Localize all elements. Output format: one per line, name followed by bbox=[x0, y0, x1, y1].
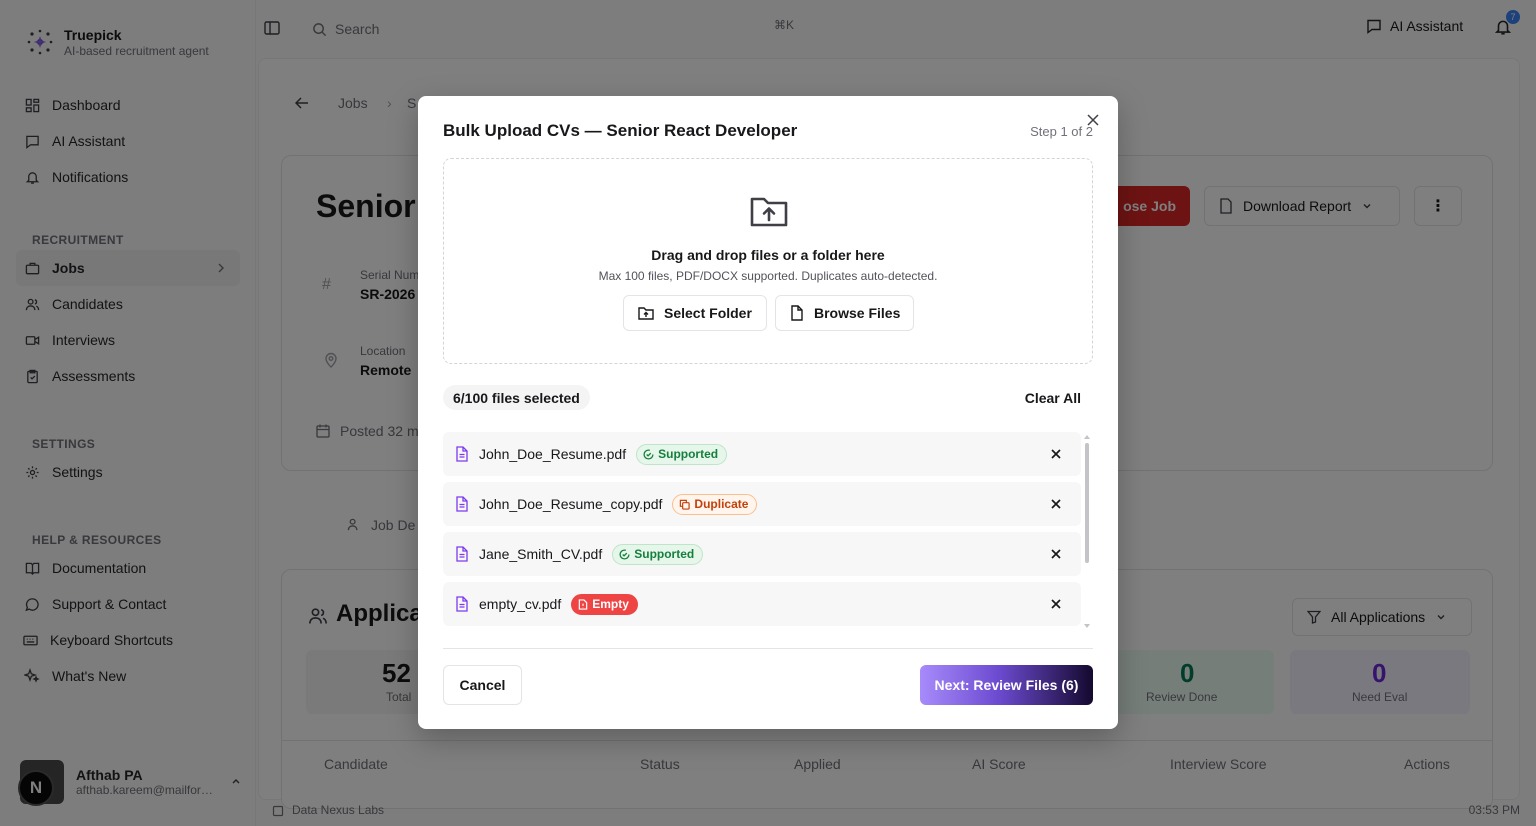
status-badge: Duplicate bbox=[672, 493, 758, 515]
bulk-upload-modal: Bulk Upload CVs — Senior React Developer… bbox=[418, 96, 1118, 729]
scrollbar-thumb[interactable] bbox=[1085, 443, 1089, 563]
step-indicator: Step 1 of 2 bbox=[1030, 124, 1093, 139]
list-item: John_Doe_Resume_copy.pdf Duplicate bbox=[443, 482, 1081, 526]
select-folder-label: Select Folder bbox=[664, 305, 752, 321]
file-name: empty_cv.pdf bbox=[479, 596, 562, 612]
dropzone-title: Drag and drop files or a folder here bbox=[651, 247, 885, 263]
folder-upload-icon bbox=[750, 197, 788, 227]
browse-files-button[interactable]: Browse Files bbox=[775, 295, 914, 331]
folder-icon bbox=[638, 307, 654, 320]
status-badge-label: Empty bbox=[592, 597, 629, 611]
file-alert-icon bbox=[578, 598, 588, 610]
status-badge-label: Supported bbox=[658, 447, 719, 461]
file-text-icon bbox=[456, 446, 468, 462]
remove-file-icon[interactable] bbox=[1049, 597, 1063, 611]
copy-icon bbox=[680, 499, 691, 510]
footer-divider bbox=[443, 648, 1093, 649]
modal-title: Bulk Upload CVs — Senior React Developer bbox=[443, 121, 798, 140]
list-item: empty_cv.pdf Empty bbox=[443, 582, 1081, 626]
status-badge: Supported bbox=[636, 443, 728, 465]
remove-file-icon[interactable] bbox=[1049, 447, 1063, 461]
file-text-icon bbox=[456, 496, 468, 512]
cancel-button[interactable]: Cancel bbox=[443, 665, 522, 705]
file-icon bbox=[791, 305, 803, 321]
clear-all-button[interactable]: Clear All bbox=[1025, 390, 1081, 406]
file-dropzone[interactable]: Drag and drop files or a folder here Max… bbox=[443, 158, 1093, 364]
file-text-icon bbox=[456, 546, 468, 562]
next-review-files-button[interactable]: Next: Review Files (6) bbox=[920, 665, 1093, 705]
check-circle-icon bbox=[619, 548, 630, 560]
scroll-down-arrow-icon[interactable] bbox=[1084, 624, 1090, 629]
files-selected-badge: 6/100 files selected bbox=[443, 385, 590, 410]
select-folder-button[interactable]: Select Folder bbox=[623, 295, 767, 331]
status-badge: Supported bbox=[612, 543, 704, 565]
remove-file-icon[interactable] bbox=[1049, 547, 1063, 561]
status-badge-label: Duplicate bbox=[694, 497, 749, 511]
status-badge: Empty bbox=[571, 593, 638, 615]
file-text-icon bbox=[456, 596, 468, 612]
file-name: John_Doe_Resume_copy.pdf bbox=[479, 496, 663, 512]
list-item: Jane_Smith_CV.pdf Supported bbox=[443, 532, 1081, 576]
close-icon[interactable] bbox=[1086, 113, 1100, 127]
scroll-up-arrow-icon[interactable] bbox=[1084, 434, 1090, 439]
file-name: Jane_Smith_CV.pdf bbox=[479, 546, 603, 562]
remove-file-icon[interactable] bbox=[1049, 497, 1063, 511]
check-circle-icon bbox=[643, 448, 654, 460]
browse-files-label: Browse Files bbox=[814, 305, 901, 321]
status-badge-label: Supported bbox=[634, 547, 695, 561]
list-item: John_Doe_Resume.pdf Supported bbox=[443, 432, 1081, 476]
file-name: John_Doe_Resume.pdf bbox=[479, 446, 627, 462]
file-list[interactable]: John_Doe_Resume.pdf Supported John_Doe_R… bbox=[443, 432, 1093, 628]
dropzone-subtitle: Max 100 files, PDF/DOCX supported. Dupli… bbox=[598, 269, 938, 283]
